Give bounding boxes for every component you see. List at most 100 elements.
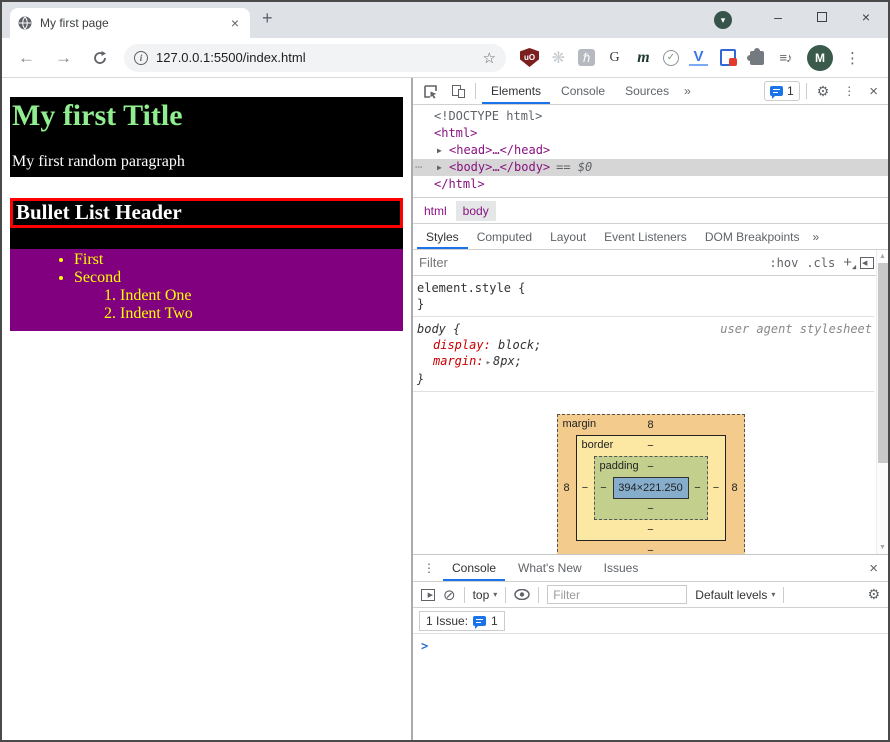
- hbar-extension-icon[interactable]: ℏ: [578, 49, 595, 66]
- css-property-margin[interactable]: margin:▸8px;: [417, 353, 872, 371]
- tab-close-icon[interactable]: ×: [228, 15, 242, 31]
- tab-sources[interactable]: Sources: [616, 78, 678, 104]
- flower-extension-icon[interactable]: ❋: [549, 48, 568, 67]
- tab-title: My first page: [40, 16, 220, 30]
- tab-whats-new[interactable]: What's New: [509, 555, 591, 581]
- dom-node-html-open[interactable]: <html>: [413, 125, 888, 142]
- tab-dom-breakpoints[interactable]: DOM Breakpoints: [696, 225, 809, 249]
- chrome-menu-icon[interactable]: ⋮: [837, 49, 868, 67]
- scrollbar-thumb[interactable]: [878, 263, 888, 463]
- dom-node-doctype[interactable]: <!DOCTYPE html>: [413, 108, 888, 125]
- issues-counter-button[interactable]: 1: [764, 81, 800, 101]
- v-extension-icon[interactable]: V: [689, 49, 708, 66]
- drawer-menu-icon[interactable]: ⋮: [419, 561, 439, 575]
- tab-styles[interactable]: Styles: [417, 225, 468, 249]
- scroll-down-icon[interactable]: ▼: [877, 544, 888, 551]
- toggle-classes-button[interactable]: .cls: [806, 256, 835, 270]
- console-output[interactable]: >: [413, 634, 888, 740]
- card-lock-icon: [720, 49, 736, 66]
- log-levels-selector[interactable]: Default levels▾: [695, 588, 775, 602]
- padding-right-value[interactable]: −: [689, 482, 707, 494]
- drawer-close-icon[interactable]: ×: [865, 560, 882, 577]
- tab-computed[interactable]: Computed: [468, 225, 541, 249]
- selector-body: body: [417, 322, 446, 336]
- node-menu-dots-icon[interactable]: ⋯: [415, 159, 422, 176]
- inspect-element-icon[interactable]: [419, 84, 442, 99]
- console-prompt-icon[interactable]: >: [421, 639, 428, 653]
- border-bottom-value[interactable]: −: [577, 520, 725, 540]
- new-tab-button[interactable]: +: [250, 8, 285, 33]
- list-item: Indent Two: [120, 305, 403, 323]
- bookmark-star-icon[interactable]: ☆: [483, 49, 496, 67]
- profile-avatar[interactable]: M: [807, 45, 833, 71]
- devtools-menu-icon[interactable]: ⋮: [839, 84, 859, 98]
- privacy-card-extension-icon[interactable]: [718, 48, 737, 67]
- tab-issues[interactable]: Issues: [595, 555, 648, 581]
- playlist-extension-icon[interactable]: ≡♪: [776, 48, 795, 67]
- dom-node-head-text: <head>…</head>: [449, 143, 550, 157]
- forward-button[interactable]: →: [47, 46, 80, 70]
- execution-context-selector[interactable]: top▾: [473, 588, 498, 602]
- tab-layout[interactable]: Layout: [541, 225, 595, 249]
- padding-bottom-value[interactable]: −: [595, 499, 707, 519]
- back-button[interactable]: ←: [10, 46, 43, 70]
- minimize-button[interactable]: –: [756, 2, 800, 32]
- breadcrumb-html[interactable]: html: [417, 201, 454, 221]
- toggle-hover-state-button[interactable]: :hov: [769, 256, 798, 270]
- live-expression-eye-icon[interactable]: [514, 589, 530, 600]
- expand-arrow-icon[interactable]: ▶: [437, 142, 442, 159]
- devtools-close-icon[interactable]: ×: [865, 83, 882, 100]
- console-drawer-tabs: ⋮ Console What's New Issues ×: [413, 555, 888, 582]
- box-model-content-size[interactable]: 394×221.250: [613, 477, 689, 499]
- console-sidebar-icon[interactable]: ▶: [421, 589, 435, 601]
- margin-bottom-value[interactable]: −: [558, 541, 744, 554]
- devtools-settings-icon[interactable]: ⚙: [813, 83, 834, 100]
- g-extension-icon[interactable]: G: [605, 48, 624, 67]
- console-filter-input[interactable]: [547, 585, 687, 604]
- new-style-rule-button[interactable]: +: [843, 254, 852, 271]
- tab-event-listeners[interactable]: Event Listeners: [595, 225, 696, 249]
- border-right-value[interactable]: −: [708, 482, 725, 494]
- dom-node-html-close[interactable]: </html>: [413, 176, 888, 193]
- reload-button[interactable]: [84, 48, 116, 68]
- ublock-extension-icon[interactable]: uO: [520, 48, 539, 67]
- device-toolbar-icon[interactable]: [448, 85, 469, 98]
- expand-arrow-icon[interactable]: ▶: [437, 159, 442, 176]
- dom-node-body-selected[interactable]: ⋯▶<body>…</body>== $0: [413, 159, 888, 176]
- element-style-rule[interactable]: element.style { }: [413, 276, 874, 317]
- tab-drawer-console[interactable]: Console: [443, 555, 505, 581]
- context-label: top: [473, 588, 490, 602]
- styles-scrollbar[interactable]: ▲ ▼: [876, 250, 888, 554]
- address-bar[interactable]: i 127.0.0.1:5500/index.html ☆: [124, 44, 506, 72]
- url-text[interactable]: 127.0.0.1:5500/index.html: [156, 50, 475, 65]
- issue-counter-button[interactable]: 1 Issue: 1: [419, 611, 505, 631]
- breadcrumb-body[interactable]: body: [456, 201, 496, 221]
- page-info-icon[interactable]: i: [134, 51, 148, 65]
- margin-left-value[interactable]: 8: [558, 482, 576, 494]
- dom-node-head[interactable]: ▶ <head>…</head>: [413, 142, 888, 159]
- tab-search-button[interactable]: ▾: [714, 11, 732, 29]
- padding-left-value[interactable]: −: [595, 482, 613, 494]
- tab-console[interactable]: Console: [552, 78, 614, 104]
- clear-console-icon[interactable]: ⊘: [443, 586, 456, 604]
- maximize-button[interactable]: [800, 2, 844, 32]
- medium-extension-icon[interactable]: m: [634, 48, 653, 67]
- browser-tab[interactable]: My first page ×: [10, 8, 250, 38]
- expand-shorthand-icon[interactable]: ▸: [486, 358, 491, 368]
- inspect-cursor-icon: [423, 84, 438, 99]
- computed-sidebar-toggle-icon[interactable]: ◀: [860, 257, 874, 269]
- extensions-puzzle-icon[interactable]: [747, 48, 766, 67]
- check-extension-icon[interactable]: ✓: [663, 50, 679, 66]
- divider: [783, 587, 784, 603]
- more-sidebar-tabs-icon[interactable]: »: [809, 230, 824, 244]
- styles-filter-input[interactable]: [419, 255, 761, 270]
- tab-elements[interactable]: Elements: [482, 78, 550, 104]
- more-tabs-icon[interactable]: »: [680, 84, 695, 98]
- user-agent-body-rule[interactable]: body { user agent stylesheet display: bl…: [413, 317, 874, 392]
- console-settings-icon[interactable]: ⚙: [867, 586, 880, 603]
- css-property-display[interactable]: display: block;: [417, 337, 872, 353]
- border-left-value[interactable]: −: [577, 482, 594, 494]
- margin-right-value[interactable]: 8: [726, 482, 744, 494]
- close-window-button[interactable]: ×: [844, 2, 888, 32]
- scroll-up-icon[interactable]: ▲: [877, 253, 888, 260]
